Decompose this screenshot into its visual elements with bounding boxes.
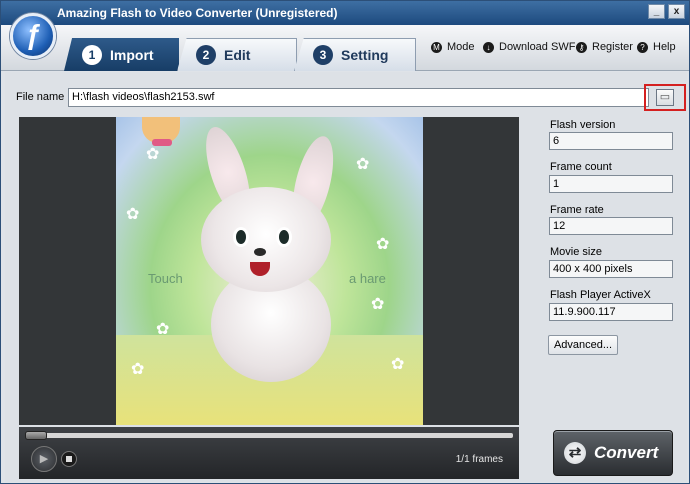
frame-count-field: 1 — [549, 175, 673, 193]
flash-canvas: ✿ ✿ ✿ ✿ ✿ ✿ ✿ ✿ Touch a hare — [116, 117, 423, 425]
menu-label: Help — [653, 41, 676, 53]
browse-highlight: ▭ — [644, 84, 686, 111]
window-title: Amazing Flash to Video Converter (Unregi… — [57, 6, 338, 20]
menu-mode[interactable]: M Mode — [431, 41, 475, 53]
step-number: 2 — [196, 45, 216, 65]
window-controls: _ x — [648, 4, 685, 19]
frame-rate-label: Frame rate — [550, 204, 604, 216]
download-icon: ↓ — [483, 41, 494, 53]
daisy-icon: ✿ — [131, 361, 145, 378]
app-logo-icon: ƒ — [10, 13, 56, 59]
seek-handle[interactable] — [25, 431, 47, 440]
player-controls: ▶ 1/1 frames — [19, 427, 519, 479]
app-window: Amazing Flash to Video Converter (Unregi… — [0, 0, 690, 484]
menu-help[interactable]: ? Help — [637, 41, 676, 53]
flash-version-label: Flash version — [550, 119, 616, 131]
daisy-icon: ✿ — [146, 146, 160, 163]
convert-label: Convert — [594, 443, 659, 462]
tab-edit[interactable]: 2 Edit — [177, 38, 297, 71]
daisy-icon: ✿ — [156, 321, 170, 338]
menu-label: Register — [592, 41, 633, 53]
title-bar: Amazing Flash to Video Converter (Unregi… — [1, 1, 689, 25]
daisy-icon: ✿ — [126, 206, 140, 223]
frame-count-label: Frame count — [550, 161, 612, 173]
frame-rate-field: 12 — [549, 217, 673, 235]
menu-label: Mode — [447, 41, 475, 53]
tab-label: Import — [110, 46, 154, 63]
step-number: 1 — [82, 44, 102, 65]
menu-download-swf[interactable]: ↓ Download SWF — [483, 41, 575, 53]
player-version-label: Flash Player ActiveX — [550, 289, 651, 301]
bunny-eye-right — [276, 227, 292, 247]
advanced-button[interactable]: Advanced... — [548, 335, 618, 355]
bunny-nose — [254, 248, 266, 256]
key-icon: ⚷ — [576, 41, 587, 53]
menu-register[interactable]: ⚷ Register — [576, 41, 633, 53]
file-name-field[interactable]: H:\flash videos\flash2153.swf — [68, 88, 649, 107]
tab-label: Setting — [341, 47, 389, 63]
convert-icon: ⇄ — [564, 442, 586, 464]
tab-import[interactable]: 1 Import — [64, 38, 179, 71]
bunny-head — [201, 187, 331, 292]
daisy-icon: ✿ — [391, 356, 405, 373]
flash-text-right: a hare — [349, 271, 386, 286]
file-name-label: File name — [16, 91, 65, 103]
play-button[interactable]: ▶ — [31, 446, 57, 472]
daisy-icon: ✿ — [356, 156, 370, 173]
movie-size-field: 400 x 400 pixels — [549, 260, 673, 278]
player-version-field: 11.9.900.117 — [549, 303, 673, 321]
daisy-icon: ✿ — [371, 296, 385, 313]
daisy-icon: ✿ — [376, 236, 390, 253]
movie-size-label: Movie size — [550, 246, 602, 258]
seek-bar[interactable] — [25, 433, 513, 438]
convert-button[interactable]: ⇄ Convert — [553, 430, 673, 476]
stop-button[interactable] — [61, 451, 77, 467]
tab-label: Edit — [224, 47, 251, 63]
close-button[interactable]: x — [668, 4, 685, 19]
minimize-button[interactable]: _ — [648, 4, 665, 19]
tab-setting[interactable]: 3 Setting — [294, 38, 416, 71]
mode-icon: M — [431, 41, 442, 53]
flash-version-field: 6 — [549, 132, 673, 150]
frame-counter: 1/1 frames — [455, 454, 503, 465]
step-number: 3 — [313, 45, 333, 65]
flash-text-left: Touch — [148, 271, 183, 286]
flash-preview: ✿ ✿ ✿ ✿ ✿ ✿ ✿ ✿ Touch a hare — [19, 117, 519, 425]
bunny-eye-left — [233, 227, 249, 247]
wristband-graphic — [152, 139, 172, 146]
menu-label: Download SWF — [499, 41, 576, 53]
help-icon: ? — [637, 41, 648, 53]
open-folder-icon[interactable]: ▭ — [656, 89, 674, 106]
